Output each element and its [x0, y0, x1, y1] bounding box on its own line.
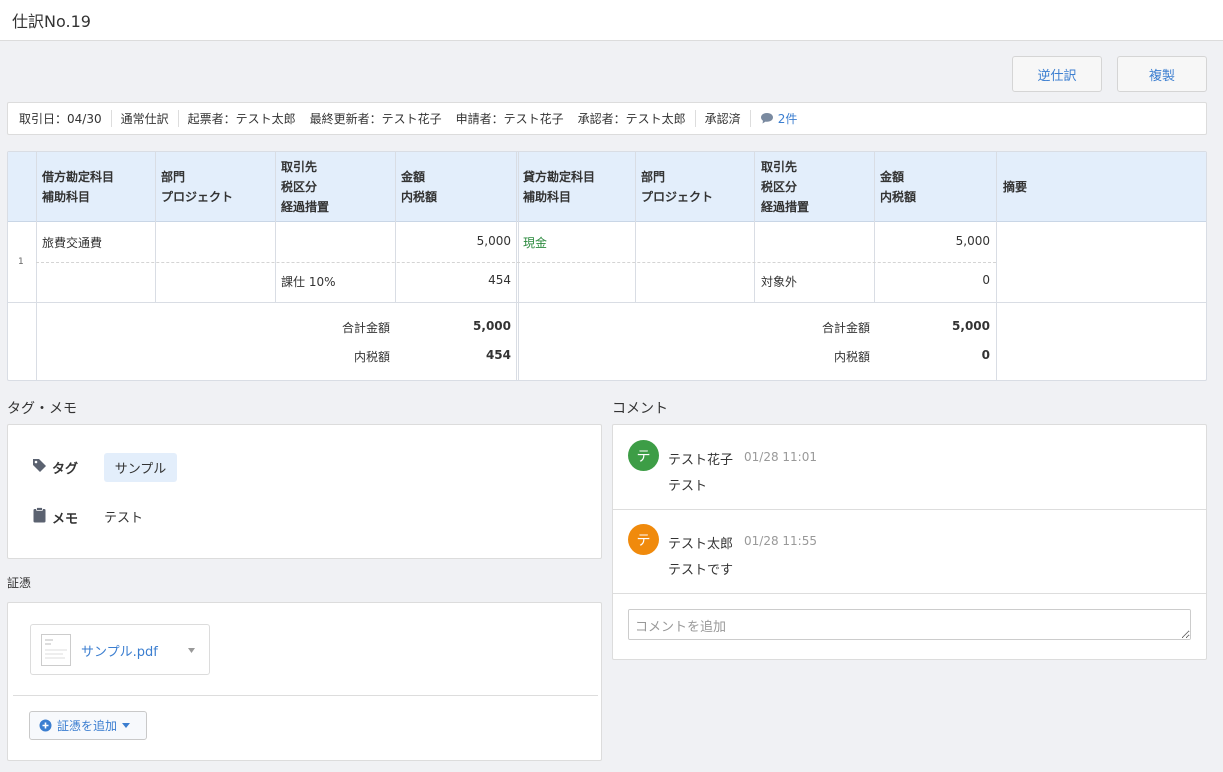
comment-author: テスト太郎	[668, 537, 734, 552]
speech-bubble-icon	[760, 113, 773, 124]
debit-tax-category-cell[interactable]: 課仕 10%	[281, 273, 336, 290]
copy-button[interactable]: 複製	[1117, 56, 1207, 92]
pdf-thumbnail-icon	[41, 634, 71, 666]
memo-label: メモ	[52, 512, 79, 527]
header-credit-account: 貸方勘定科目 補助科目	[523, 170, 596, 204]
debit-total-value: 5,000	[473, 319, 511, 333]
header-credit-amount: 金額 内税額	[880, 170, 917, 204]
page-title: 仕訳No.19	[12, 12, 91, 31]
divider	[177, 110, 179, 127]
avatar: テ	[628, 440, 659, 471]
comments-panel: テ テスト花子 01/28 11:01 テスト テ テスト太郎 01/28 11…	[612, 424, 1207, 660]
approver: 承認者：テスト太郎	[577, 112, 686, 126]
caret-down-icon	[122, 723, 131, 728]
add-evidence-label: 証憑を追加	[57, 719, 118, 733]
credit-total-value: 5,000	[952, 319, 990, 333]
transaction-date: 取引日：04/30	[19, 112, 102, 126]
header-debit-account: 借方勘定科目 補助科目	[42, 170, 115, 204]
comment-text: テストです	[668, 563, 734, 578]
credit-tax-total-value: 0	[981, 348, 990, 362]
plus-circle-icon	[39, 719, 52, 732]
debit-tax-total-value: 454	[485, 348, 511, 362]
comment-time: 01/28 11:55	[744, 534, 817, 548]
comment-author: テスト花子	[668, 453, 734, 468]
evidence-title: 証憑	[7, 576, 32, 590]
debit-account-cell[interactable]: 旅費交通費	[42, 234, 102, 251]
credit-tax-cell[interactable]: 0	[880, 273, 990, 287]
header-debit-amount: 金額 内税額	[401, 170, 438, 204]
comment-count: 2件	[777, 112, 798, 126]
reverse-entry-button[interactable]: 逆仕訳	[1012, 56, 1102, 92]
credit-total-label: 合計金額	[821, 321, 870, 335]
comments-title: コメント	[612, 401, 668, 417]
entry-info-bar: 取引日：04/30 通常仕訳 起票者：テスト太郎 最終更新者：テスト花子 申請者…	[7, 102, 1207, 135]
debit-tax-cell[interactable]: 454	[401, 273, 511, 287]
file-card[interactable]: サンプル.pdf	[30, 624, 210, 675]
evidence-panel: サンプル.pdf 証憑を追加	[7, 602, 602, 761]
credit-amount-cell[interactable]: 5,000	[880, 234, 990, 248]
divider	[613, 509, 1206, 510]
clipboard-icon	[33, 507, 46, 523]
status-badge: 承認済	[704, 112, 741, 126]
last-updater: 最終更新者：テスト花子	[309, 112, 442, 126]
header-debit-department: 部門 プロジェクト	[161, 170, 234, 204]
debit-tax-total-label: 内税額	[353, 350, 390, 364]
file-name[interactable]: サンプル.pdf	[81, 641, 158, 660]
divider	[13, 695, 598, 696]
comment-count-link[interactable]: 2件	[760, 110, 798, 127]
applicant: 申請者：テスト花子	[455, 112, 564, 126]
comment-text: テスト	[668, 479, 708, 494]
tag-label: タグ	[52, 462, 79, 477]
entry-type: 通常仕訳	[120, 112, 169, 126]
comment-input[interactable]	[628, 609, 1191, 640]
memo-value: テスト	[104, 511, 144, 526]
header-credit-partner: 取引先 税区分 経過措置	[761, 160, 810, 214]
credit-tax-total-label: 内税額	[833, 350, 870, 364]
debit-total-label: 合計金額	[341, 321, 390, 335]
debit-amount-cell[interactable]: 5,000	[401, 234, 511, 248]
journal-entry-table: 借方勘定科目 補助科目 部門 プロジェクト 取引先 税区分 経過措置 金額 内税額 貸方勘…	[7, 151, 1207, 381]
page-header	[0, 0, 1223, 41]
comment-time: 01/28 11:01	[744, 450, 817, 464]
credit-account-cell[interactable]: 現金	[523, 234, 547, 251]
header-memo: 摘要	[1003, 180, 1028, 194]
header-credit-department: 部門 プロジェクト	[641, 170, 714, 204]
add-evidence-button[interactable]: 証憑を追加	[29, 711, 147, 740]
credit-tax-category-cell[interactable]: 対象外	[761, 273, 797, 290]
avatar: テ	[628, 524, 659, 555]
creator: 起票者：テスト太郎	[187, 112, 296, 126]
divider	[694, 110, 696, 127]
tags-memo-title: タグ・メモ	[7, 401, 77, 417]
tag-chip[interactable]: サンプル	[104, 453, 177, 482]
divider	[613, 593, 1206, 594]
header-debit-partner: 取引先 税区分 経過措置	[281, 160, 330, 214]
row-number: 1	[18, 257, 24, 267]
tag-icon	[33, 459, 46, 472]
divider	[749, 110, 751, 127]
tags-memo-panel: タグ サンプル メモ テスト	[7, 424, 602, 559]
caret-down-icon[interactable]	[188, 648, 195, 653]
divider	[110, 110, 112, 127]
